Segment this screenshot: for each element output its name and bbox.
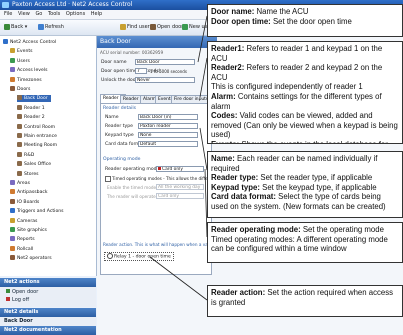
leader-line-door-name [197,15,208,63]
leader-line-reader-action [149,256,208,301]
leader-line-reader-details [199,127,208,171]
leader-line-operating-mode [204,168,208,238]
annotation-leader-lines [149,15,208,301]
leader-line-tabs [199,57,208,98]
